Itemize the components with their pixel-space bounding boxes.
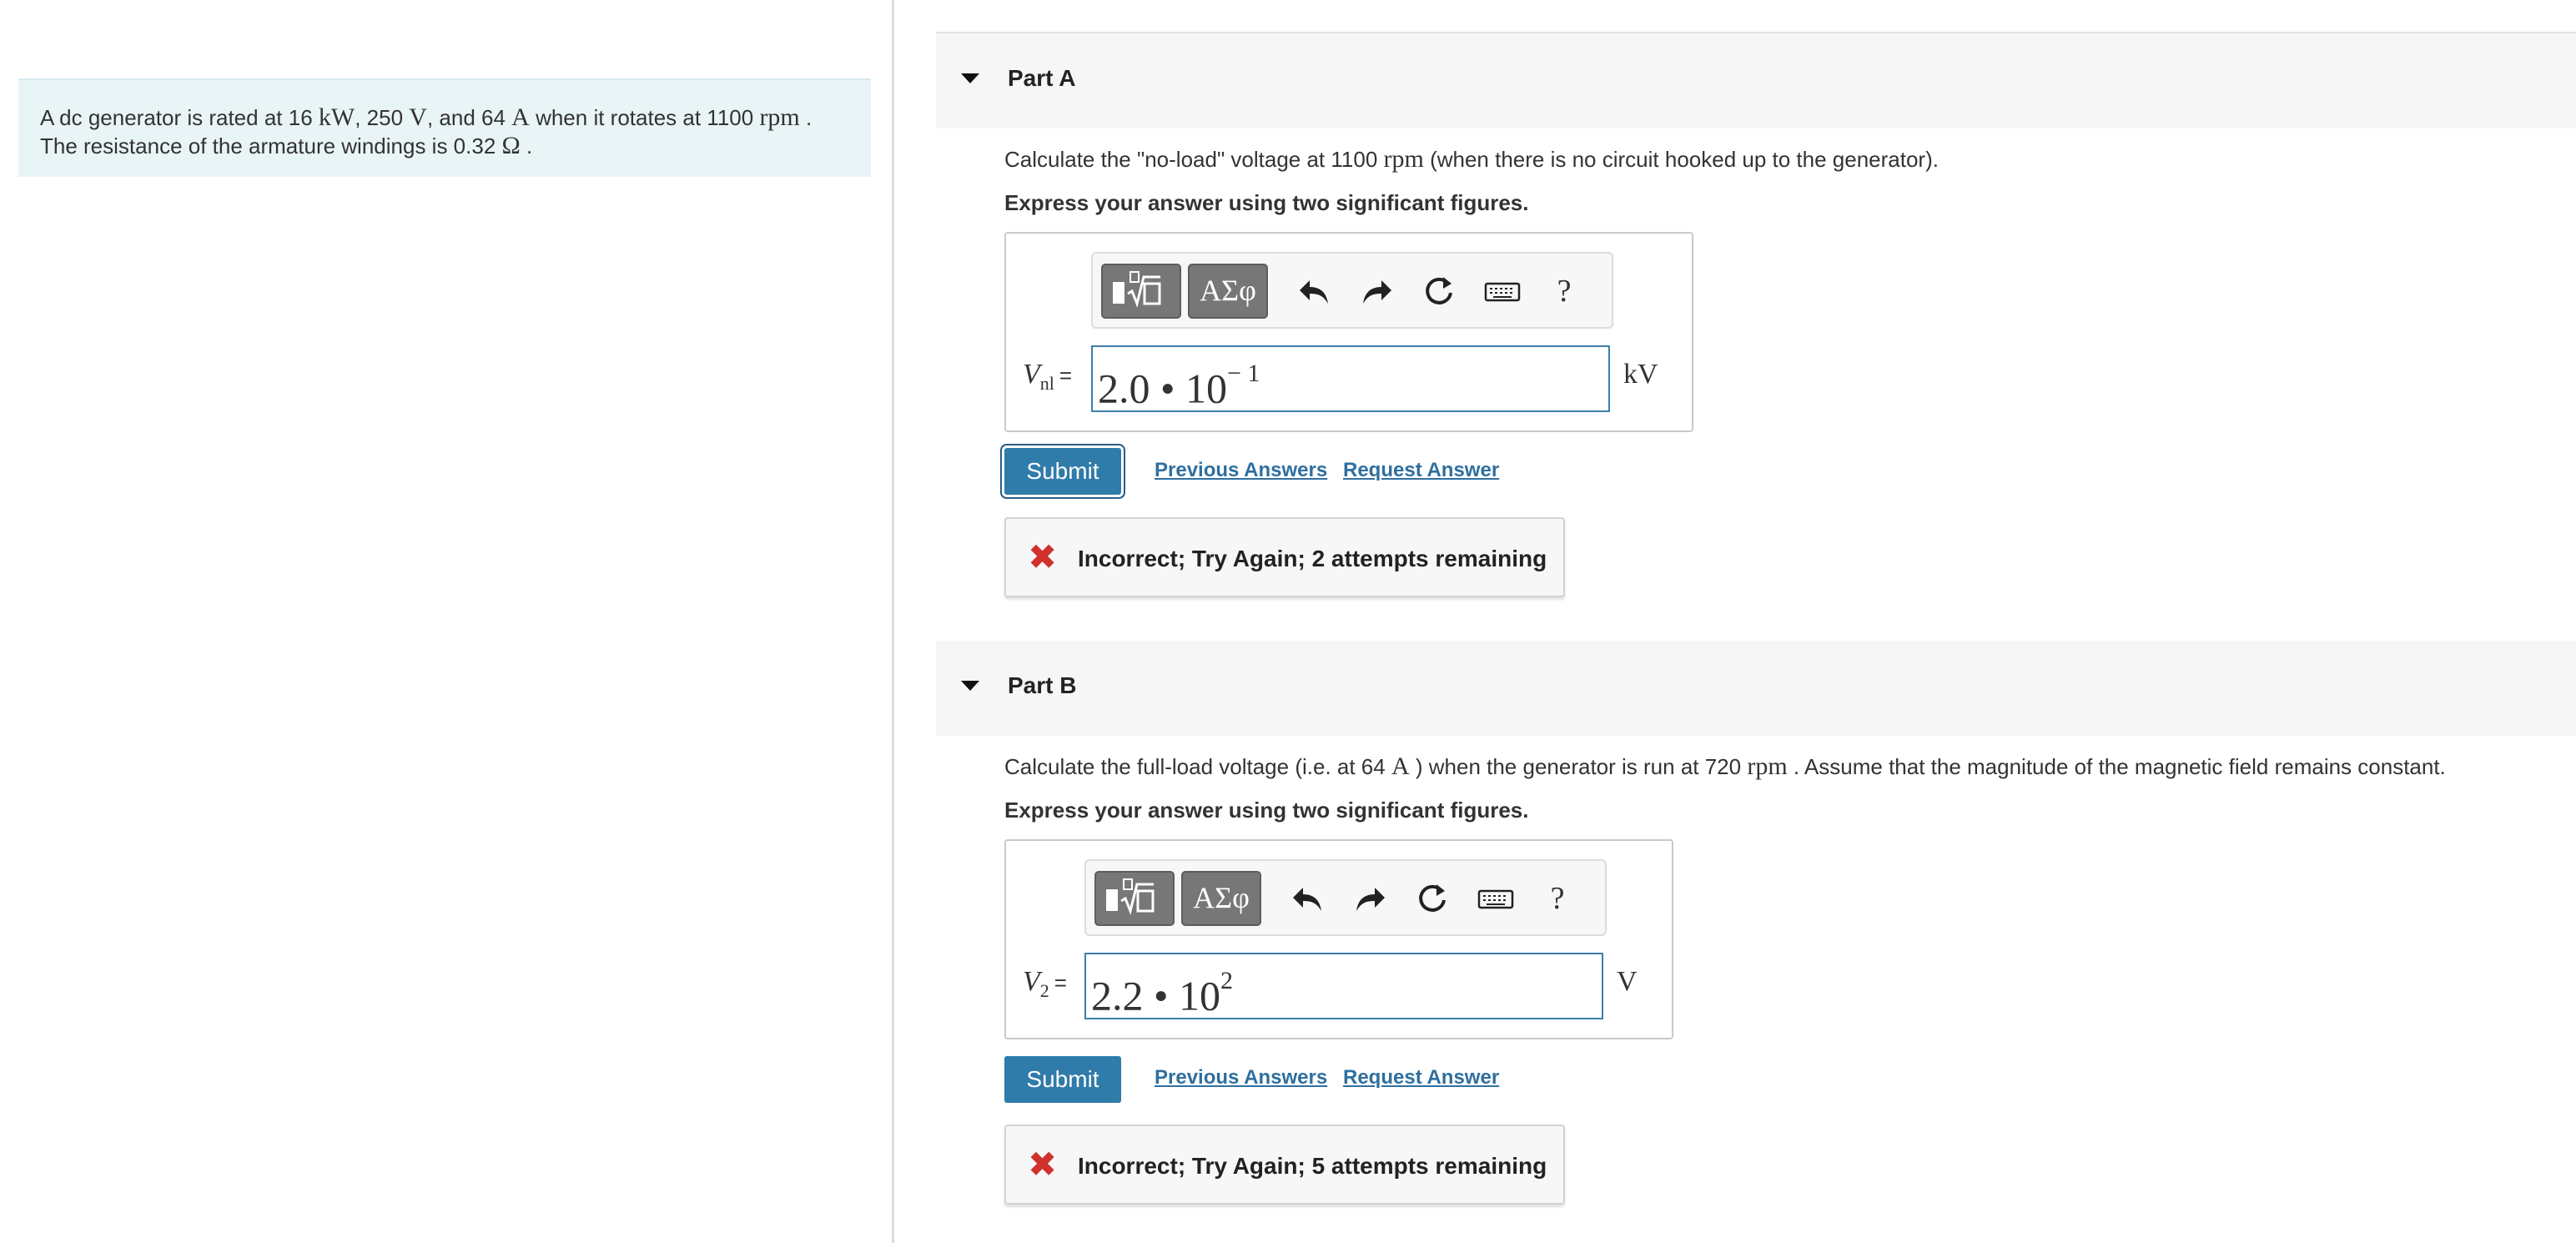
parts-pane: Part A Calculate the "no-load" voltage a…	[936, 0, 2576, 1243]
problem-pane: A dc generator is rated at 16 kW, 250 V,…	[0, 0, 893, 1243]
collapse-caret-icon[interactable]	[961, 73, 979, 83]
part-a-answer-input[interactable]: 2.0 • 10− 1	[1091, 345, 1610, 412]
part-a-header[interactable]: Part A	[936, 33, 2576, 128]
part-a-answer-box: ΑΣφ ? Vnl = 2.0 • 10− 1 kV	[1004, 232, 1693, 432]
part-a-feedback: ✖ Incorrect; Try Again; 2 attempts remai…	[1004, 517, 1565, 597]
part-a-title: Part A	[1008, 65, 1076, 91]
part-b-header[interactable]: Part B	[936, 641, 2576, 736]
part-b-answer-input[interactable]: 2.2 • 102	[1084, 953, 1603, 1019]
templates-button[interactable]	[1101, 264, 1181, 319]
reset-icon[interactable]	[1418, 270, 1460, 312]
problem-statement: A dc generator is rated at 16 kW, 250 V,…	[18, 78, 871, 177]
redo-icon[interactable]	[1356, 270, 1398, 312]
incorrect-icon: ✖	[1028, 537, 1058, 576]
part-b-answer-box: ΑΣφ ? V2 = 2.2 • 102 V	[1004, 839, 1673, 1039]
part-b-feedback: ✖ Incorrect; Try Again; 5 attempts remai…	[1004, 1125, 1565, 1205]
reset-icon[interactable]	[1411, 878, 1453, 919]
part-b-math-toolbar: ΑΣφ ?	[1084, 859, 1607, 936]
incorrect-icon: ✖	[1028, 1145, 1058, 1184]
part-b-feedback-message: Incorrect; Try Again; 5 attempts remaini…	[1078, 1153, 1547, 1179]
part-a-submit-button[interactable]: Submit	[1004, 448, 1121, 495]
part-a-request-answer-link[interactable]: Request Answer	[1343, 459, 1499, 482]
part-b-unit: V	[1617, 966, 1638, 997]
part-a-previous-answers-link[interactable]: Previous Answers	[1155, 459, 1327, 482]
greek-symbols-button[interactable]: ΑΣφ	[1181, 871, 1261, 926]
part-b-instruction: Express your answer using two significan…	[1004, 798, 1529, 823]
part-b-title: Part B	[1008, 672, 1077, 698]
part-a-question: Calculate the "no-load" voltage at 1100 …	[1004, 145, 1939, 173]
part-b-previous-answers-link[interactable]: Previous Answers	[1155, 1066, 1327, 1090]
part-a-variable-label: Vnl =	[1023, 359, 1073, 394]
problem-line-1: A dc generator is rated at 16 kW, 250 V,…	[40, 103, 813, 131]
templates-button[interactable]	[1094, 871, 1175, 926]
part-a-feedback-message: Incorrect; Try Again; 2 attempts remaini…	[1078, 546, 1547, 571]
help-button[interactable]: ?	[1543, 270, 1585, 312]
redo-icon[interactable]	[1350, 878, 1391, 919]
part-b-request-answer-link[interactable]: Request Answer	[1343, 1066, 1499, 1090]
part-a-unit: kV	[1623, 359, 1658, 390]
part-a-math-toolbar: ΑΣφ ?	[1091, 252, 1613, 329]
undo-icon[interactable]	[1293, 270, 1335, 312]
part-b-submit-button[interactable]: Submit	[1004, 1056, 1121, 1103]
templates-icon	[1106, 878, 1155, 915]
templates-icon	[1113, 271, 1161, 308]
help-button[interactable]: ?	[1537, 878, 1578, 919]
keyboard-icon[interactable]	[1475, 878, 1517, 919]
part-b-question: Calculate the full-load voltage (i.e. at…	[1004, 752, 2446, 780]
part-b-variable-label: V2 =	[1023, 966, 1067, 1001]
pane-divider[interactable]	[892, 0, 894, 1243]
undo-icon[interactable]	[1286, 878, 1328, 919]
keyboard-icon[interactable]	[1482, 270, 1523, 312]
part-a-instruction: Express your answer using two significan…	[1004, 190, 1529, 215]
problem-line-2: The resistance of the armature windings …	[40, 132, 533, 159]
greek-symbols-button[interactable]: ΑΣφ	[1188, 264, 1268, 319]
collapse-caret-icon[interactable]	[961, 681, 979, 691]
